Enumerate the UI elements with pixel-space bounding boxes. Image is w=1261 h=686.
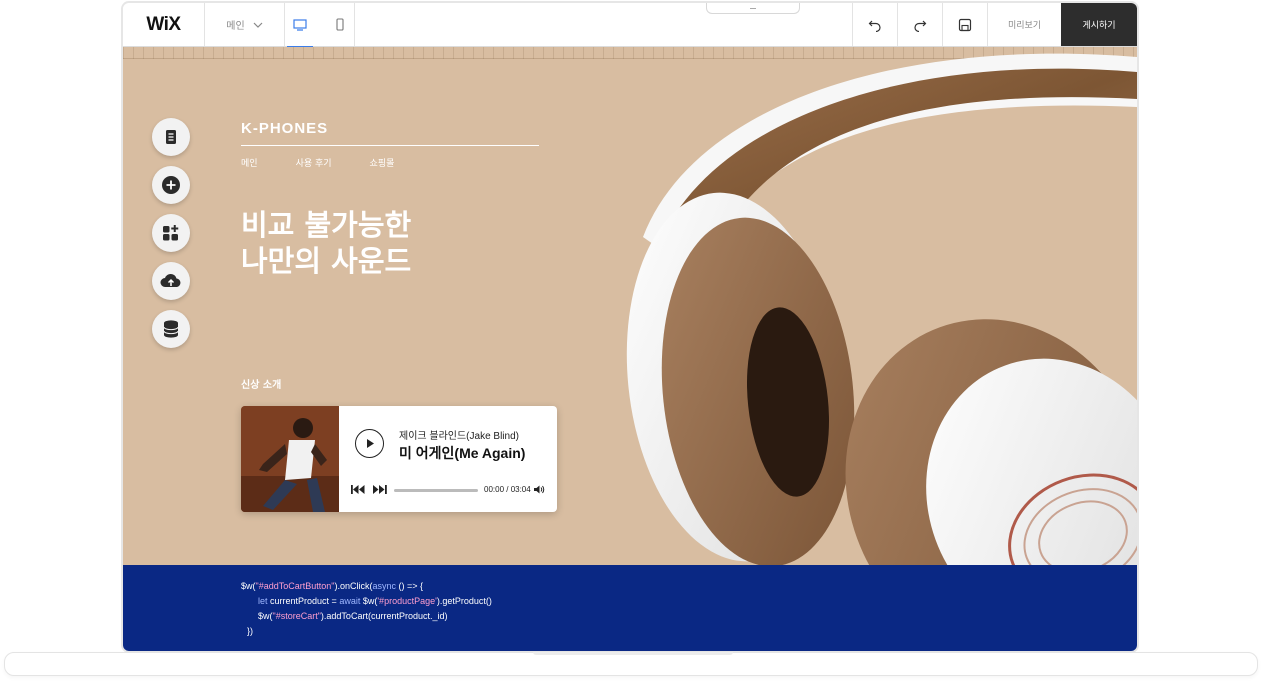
code-token: $w( xyxy=(258,611,273,621)
album-art xyxy=(241,406,339,512)
add-apps-tool-button[interactable] xyxy=(152,214,190,252)
editor-tools xyxy=(152,118,190,348)
play-button[interactable] xyxy=(355,429,384,458)
code-token: ).onClick( xyxy=(334,581,373,591)
pages-icon xyxy=(166,130,176,144)
code-token: "#storeCart" xyxy=(272,611,321,621)
code-token: async xyxy=(372,581,396,591)
code-token: '#productPage' xyxy=(377,596,437,606)
hero-headline-line1: 비교 불가능한 xyxy=(241,208,412,242)
nav-item-reviews[interactable]: 사용 후기 xyxy=(296,156,332,169)
new-arrivals-label: 신상 소개 xyxy=(241,380,282,391)
laptop-base xyxy=(4,652,1258,676)
track-progress-bar[interactable] xyxy=(394,489,478,492)
code-token: await xyxy=(339,596,361,606)
desktop-icon xyxy=(292,18,307,31)
code-token: currentProduct = xyxy=(267,596,340,606)
mobile-icon xyxy=(335,18,344,31)
code-token: let xyxy=(258,596,268,606)
code-line-3: $w("#storeCart").addToCart(currentProduc… xyxy=(241,609,1137,624)
add-icon xyxy=(162,176,180,194)
site-canvas[interactable]: K-PHONES 메인 사용 후기 쇼핑몰 비교 불가능한 나만의 사운드 신상… xyxy=(123,47,1137,565)
preview-button[interactable]: 미리보기 xyxy=(987,3,1061,46)
code-token: $w( xyxy=(360,596,378,606)
play-icon xyxy=(366,439,374,448)
save-button[interactable] xyxy=(942,3,987,46)
redo-icon xyxy=(914,20,927,32)
code-token: "#addToCartButton" xyxy=(255,581,335,591)
code-token: () => { xyxy=(396,581,424,591)
hero-headline-line2: 나만의 사운드 xyxy=(241,244,412,278)
wix-logo: WiX xyxy=(123,3,205,46)
add-apps-icon xyxy=(163,225,179,241)
hero-headline: 비교 불가능한 나만의 사운드 xyxy=(241,207,411,279)
publish-button[interactable]: 게시하기 xyxy=(1061,3,1137,46)
headphones-image xyxy=(626,53,1137,565)
mobile-view-button[interactable] xyxy=(329,3,351,47)
upload-icon xyxy=(160,273,181,287)
previous-track-icon[interactable] xyxy=(351,485,365,494)
save-icon xyxy=(958,18,972,31)
code-line-2: let currentProduct = await $w('#productP… xyxy=(241,594,1137,609)
editor-window: WiX 메인 미리보기 게시하기 K-PHONES 메인 사용 후기 쇼핑몰 비… xyxy=(121,1,1139,653)
page-selector-label: 메인 xyxy=(226,21,245,32)
code-token: $w( xyxy=(241,581,256,591)
desktop-view-button[interactable] xyxy=(286,3,313,48)
code-line-1: $w("#addToCartButton").onClick(async () … xyxy=(241,579,1137,594)
undo-button[interactable] xyxy=(852,3,897,46)
code-line-4: }) xyxy=(247,626,254,636)
track-time: 00:00 / 03:04 xyxy=(484,485,531,494)
brand-divider xyxy=(241,145,539,146)
music-player: 제이크 블라인드(Jake Blind) 미 어게인(Me Again) 00:… xyxy=(241,406,557,512)
device-switcher xyxy=(285,3,355,48)
page-selector[interactable]: 메인 xyxy=(205,3,285,46)
upload-tool-button[interactable] xyxy=(152,262,190,300)
track-artist: 제이크 블라인드(Jake Blind) xyxy=(399,431,519,442)
volume-icon[interactable] xyxy=(534,485,545,494)
site-brand: K-PHONES xyxy=(241,120,329,137)
nav-item-shop[interactable]: 쇼핑몰 xyxy=(370,156,395,169)
track-title: 미 어게인(Me Again) xyxy=(399,445,526,461)
window-notch xyxy=(706,3,800,14)
database-tool-button[interactable] xyxy=(152,310,190,348)
database-icon xyxy=(163,320,179,338)
add-tool-button[interactable] xyxy=(152,166,190,204)
undo-icon xyxy=(868,20,881,32)
redo-button[interactable] xyxy=(897,3,942,46)
code-token: ).getProduct() xyxy=(436,596,492,606)
laptop-base-groove xyxy=(533,652,733,655)
code-panel[interactable]: $w("#addToCartButton").onClick(async () … xyxy=(123,565,1137,651)
pages-tool-button[interactable] xyxy=(152,118,190,156)
editor-toolbar: WiX 메인 미리보기 게시하기 xyxy=(123,3,1137,48)
site-nav: 메인 사용 후기 쇼핑몰 xyxy=(241,156,394,169)
nav-item-home[interactable]: 메인 xyxy=(241,156,258,169)
code-token: ).addToCart(currentProduct._id) xyxy=(320,611,448,621)
next-track-icon[interactable] xyxy=(373,485,387,494)
chevron-down-icon xyxy=(253,22,263,28)
